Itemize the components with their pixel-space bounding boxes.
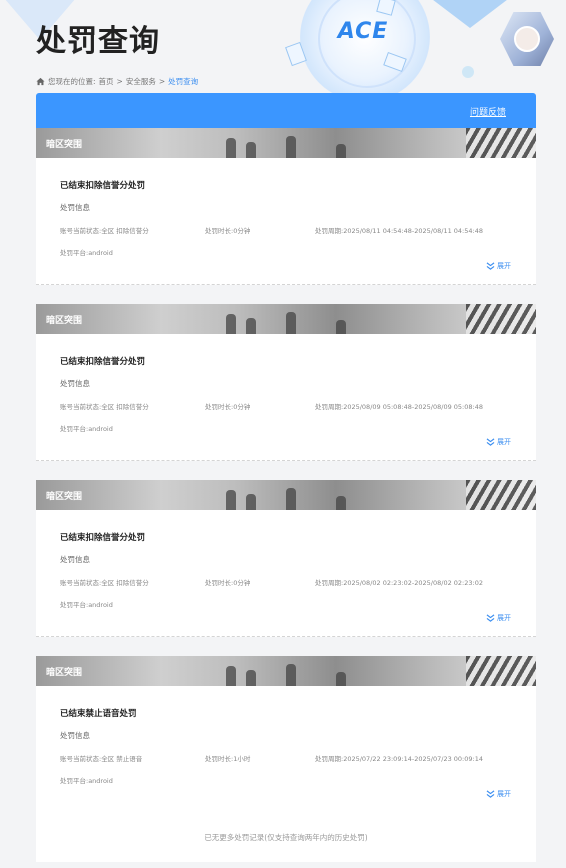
- region-label: 暗区突围: [46, 492, 83, 502]
- expand-label: 展开: [497, 614, 511, 622]
- breadcrumb-prefix: 您现在的位置:: [48, 77, 96, 86]
- penalty-record: 暗区突围 已结束扣除信誉分处罚 处罚信息 账号当前状态:全区 扣除信誉分 处罚时…: [36, 128, 536, 285]
- expand-label: 展开: [497, 262, 511, 270]
- penalty-platform: 处罚平台:android: [60, 601, 113, 609]
- banner-figure: [286, 136, 296, 158]
- banner-stripes: [466, 656, 536, 686]
- banner-figure: [226, 666, 236, 686]
- ace-logo: ACE: [337, 19, 389, 44]
- expand-label: 展开: [497, 438, 511, 446]
- record-body: 已结束扣除信誉分处罚 处罚信息 账号当前状态:全区 扣除信誉分 处罚时长:0分钟…: [36, 334, 536, 461]
- expand-button[interactable]: 展开: [486, 437, 511, 447]
- region-label: 暗区突围: [46, 668, 83, 678]
- breadcrumb-security[interactable]: 安全服务: [126, 76, 156, 87]
- banner-figure: [286, 664, 296, 686]
- records-header: 问题反馈: [36, 93, 536, 128]
- region-label: 暗区突围: [46, 140, 83, 150]
- double-chevron-down-icon: [486, 614, 495, 622]
- banner-figure: [336, 144, 346, 158]
- record-subtitle: 处罚信息: [60, 555, 90, 564]
- decorative-triangle: [420, 0, 520, 28]
- penalty-duration: 处罚时长:0分钟: [205, 403, 251, 411]
- banner-figure: [286, 488, 296, 510]
- double-chevron-down-icon: [486, 262, 495, 270]
- expand-label: 展开: [497, 790, 511, 798]
- records-footer: 已无更多处罚记录(仅支持查询两年内的历史处罚): [36, 812, 536, 862]
- penalty-record: 暗区突围 已结束禁止语音处罚 处罚信息 账号当前状态:全区 禁止语音 处罚时长:…: [36, 656, 536, 813]
- record-banner: 暗区突围: [36, 656, 536, 686]
- breadcrumb: 您现在的位置: 首页 > 安全服务 > 处罚查询: [36, 76, 198, 87]
- penalty-period: 处罚周期:2025/08/09 05:08:48-2025/08/09 05:0…: [315, 403, 483, 411]
- expand-button[interactable]: 展开: [486, 613, 511, 623]
- no-more-records-note: 已无更多处罚记录(仅支持查询两年内的历史处罚): [204, 833, 368, 842]
- account-status: 账号当前状态:全区 扣除信誉分: [60, 403, 149, 411]
- penalty-duration: 处罚时长:0分钟: [205, 579, 251, 587]
- banner-figure: [226, 490, 236, 510]
- record-title: 已结束扣除信誉分处罚: [60, 533, 146, 543]
- decorative-dot: [462, 66, 474, 78]
- banner-figure: [246, 318, 256, 334]
- banner-figure: [286, 312, 296, 334]
- account-status: 账号当前状态:全区 扣除信誉分: [60, 227, 149, 235]
- record-title: 已结束扣除信誉分处罚: [60, 357, 146, 367]
- record-subtitle: 处罚信息: [60, 203, 90, 212]
- banner-stripes: [466, 480, 536, 510]
- expand-button[interactable]: 展开: [486, 261, 511, 271]
- region-label: 暗区突围: [46, 316, 83, 326]
- penalty-platform: 处罚平台:android: [60, 249, 113, 257]
- banner-figure: [226, 314, 236, 334]
- double-chevron-down-icon: [486, 790, 495, 798]
- banner-figure: [246, 494, 256, 510]
- record-title: 已结束禁止语音处罚: [60, 709, 137, 719]
- penalty-duration: 处罚时长:1小时: [205, 755, 251, 763]
- banner-stripes: [466, 304, 536, 334]
- double-chevron-down-icon: [486, 438, 495, 446]
- breadcrumb-separator: >: [116, 77, 123, 86]
- record-banner: 暗区突围: [36, 128, 536, 158]
- penalty-period: 处罚周期:2025/08/11 04:54:48-2025/08/11 04:5…: [315, 227, 483, 235]
- penalty-period: 处罚周期:2025/08/02 02:23:02-2025/08/02 02:2…: [315, 579, 483, 587]
- banner-figure: [226, 138, 236, 158]
- breadcrumb-home[interactable]: 首页: [99, 76, 114, 87]
- expand-button[interactable]: 展开: [486, 789, 511, 799]
- record-body: 已结束禁止语音处罚 处罚信息 账号当前状态:全区 禁止语音 处罚时长:1小时 处…: [36, 686, 536, 813]
- banner-stripes: [466, 128, 536, 158]
- banner-figure: [336, 320, 346, 334]
- record-banner: 暗区突围: [36, 480, 536, 510]
- banner-figure: [336, 496, 346, 510]
- record-subtitle: 处罚信息: [60, 731, 90, 740]
- record-body: 已结束扣除信誉分处罚 处罚信息 账号当前状态:全区 扣除信誉分 处罚时长:0分钟…: [36, 158, 536, 285]
- banner-figure: [336, 672, 346, 686]
- penalty-duration: 处罚时长:0分钟: [205, 227, 251, 235]
- penalty-record: 暗区突围 已结束扣除信誉分处罚 处罚信息 账号当前状态:全区 扣除信誉分 处罚时…: [36, 304, 536, 461]
- penalty-record: 暗区突围 已结束扣除信誉分处罚 处罚信息 账号当前状态:全区 扣除信誉分 处罚时…: [36, 480, 536, 637]
- penalty-platform: 处罚平台:android: [60, 777, 113, 785]
- banner-figure: [246, 142, 256, 158]
- breadcrumb-separator: >: [158, 77, 166, 86]
- feedback-link[interactable]: 问题反馈: [470, 105, 506, 118]
- banner-figure: [246, 670, 256, 686]
- record-banner: 暗区突围: [36, 304, 536, 334]
- record-title: 已结束扣除信誉分处罚: [60, 181, 146, 191]
- penalty-period: 处罚周期:2025/07/22 23:09:14-2025/07/23 00:0…: [315, 755, 483, 763]
- record-subtitle: 处罚信息: [60, 379, 90, 388]
- account-status: 账号当前状态:全区 扣除信誉分: [60, 579, 149, 587]
- penalty-platform: 处罚平台:android: [60, 425, 113, 433]
- avatar-face: [514, 26, 540, 52]
- account-status: 账号当前状态:全区 禁止语音: [60, 755, 143, 763]
- record-body: 已结束扣除信誉分处罚 处罚信息 账号当前状态:全区 扣除信誉分 处罚时长:0分钟…: [36, 510, 536, 637]
- home-icon: [36, 77, 45, 86]
- breadcrumb-current: 处罚查询: [168, 77, 199, 86]
- page-title: 处罚查询: [36, 24, 160, 59]
